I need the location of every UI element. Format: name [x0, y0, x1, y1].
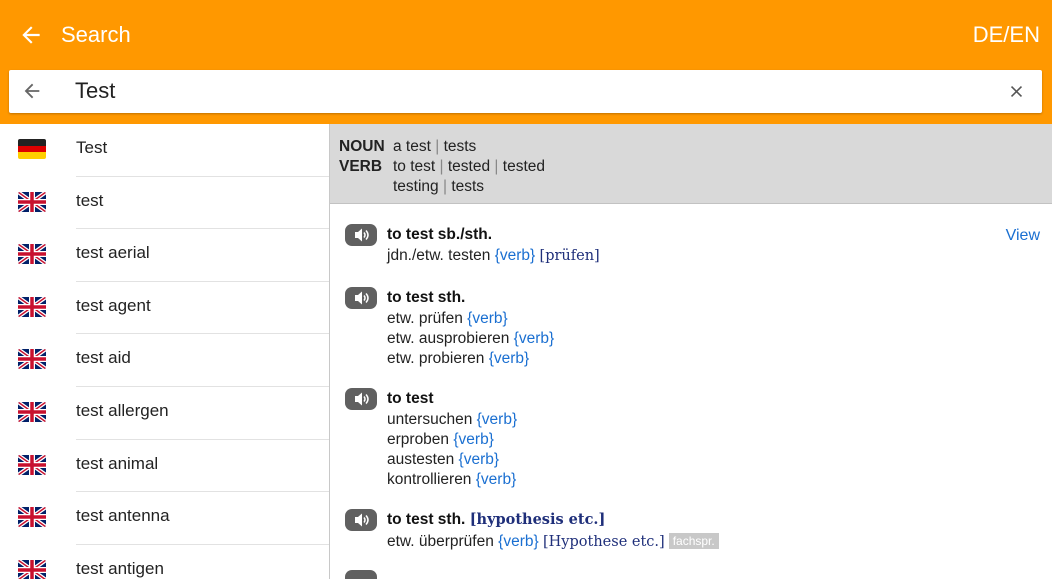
- arrow-left-icon[interactable]: [21, 80, 43, 102]
- translation: etw. überprüfen: [387, 533, 494, 550]
- pos-tag: {verb}: [467, 310, 508, 327]
- gloss: [prüfen]: [539, 248, 600, 264]
- translation: austesten: [387, 451, 455, 468]
- verb-form: tested: [447, 158, 491, 175]
- list-item-label: test agent: [76, 295, 151, 315]
- entry-headword: to test sth.: [387, 511, 466, 528]
- verb-form: tested: [502, 158, 545, 175]
- list-item[interactable]: test aid: [0, 334, 329, 387]
- uk-flag-icon: [18, 401, 46, 422]
- noun-tag: NOUN: [339, 138, 385, 155]
- gloss: [Hypothese etc.]: [543, 534, 665, 550]
- list-item[interactable]: Test: [0, 124, 329, 177]
- pos-tag: {verb}: [494, 247, 536, 264]
- entry-detail-panel: NOUN a test | tests VERB to test | tested …: [330, 124, 1052, 579]
- translation: etw. probieren: [387, 350, 485, 367]
- separator: |: [442, 178, 448, 195]
- list-item[interactable]: test allergen: [0, 387, 329, 440]
- list-item[interactable]: test antigen: [0, 545, 329, 579]
- uk-flag-icon: [18, 296, 46, 317]
- verb-form: testing: [393, 178, 439, 195]
- list-item-label: test allergen: [76, 400, 169, 420]
- speaker-icon[interactable]: [345, 570, 377, 579]
- app-bar: Search DE/EN: [0, 0, 1052, 124]
- speaker-icon[interactable]: [345, 287, 377, 309]
- noun-form: a test: [393, 138, 431, 155]
- language-pair-button[interactable]: DE/EN: [973, 21, 1040, 49]
- pos-tag: {verb}: [475, 471, 517, 488]
- speaker-icon[interactable]: [345, 509, 377, 531]
- translation: erproben: [387, 431, 450, 448]
- grammar-box: NOUN a test | tests VERB to test | tested …: [330, 124, 1052, 204]
- uk-flag-icon: [18, 507, 46, 528]
- search-input[interactable]: [75, 74, 975, 108]
- domain-badge: fachspr.: [668, 533, 719, 549]
- pos-tag: {verb}: [476, 411, 518, 428]
- uk-flag-icon: [18, 559, 46, 579]
- list-item-label: test aid: [76, 348, 131, 368]
- list-item-label: Test: [76, 138, 108, 157]
- list-item[interactable]: test animal: [0, 440, 329, 493]
- speaker-icon[interactable]: [345, 388, 377, 410]
- list-item-label: test: [76, 190, 104, 210]
- list-item-label: test animal: [76, 453, 159, 473]
- verb-form: to test: [393, 158, 436, 175]
- pos-tag: {verb}: [513, 330, 555, 347]
- translation: jdn./etw. testen: [387, 247, 491, 264]
- view-link[interactable]: View: [1006, 227, 1040, 245]
- arrow-left-icon[interactable]: [18, 22, 44, 48]
- verb-tag: VERB: [339, 158, 383, 175]
- list-item[interactable]: test aerial: [0, 229, 329, 282]
- uk-flag-icon: [18, 349, 46, 370]
- entry-headword: to test sth.: [387, 289, 466, 306]
- search-bar: [9, 70, 1042, 113]
- pos-tag: {verb}: [458, 451, 500, 468]
- uk-flag-icon: [18, 191, 46, 212]
- translation: untersuchen: [387, 411, 473, 428]
- list-item[interactable]: test antenna: [0, 492, 329, 545]
- entry-headword: to test: [387, 390, 434, 407]
- translation: etw. prüfen: [387, 310, 463, 327]
- list-item[interactable]: test agent: [0, 282, 329, 335]
- pos-tag: {verb}: [453, 431, 494, 448]
- translation: etw. ausprobieren: [387, 330, 510, 347]
- gloss: [hypothesis etc.]: [469, 511, 606, 528]
- pos-tag: {verb}: [498, 533, 539, 550]
- close-icon[interactable]: [1007, 82, 1026, 101]
- uk-flag-icon: [18, 454, 46, 475]
- verb-form: tests: [451, 178, 485, 195]
- noun-form: tests: [443, 138, 477, 155]
- german-flag-icon: [18, 139, 46, 159]
- pos-tag: {verb}: [488, 350, 530, 367]
- separator: |: [494, 158, 499, 175]
- list-item-label: test antigen: [76, 558, 164, 578]
- entry-headword: to test sb./sth.: [387, 226, 493, 243]
- speaker-icon[interactable]: [345, 224, 377, 246]
- list-item-label: test aerial: [76, 243, 150, 263]
- list-item-label: test antenna: [76, 506, 170, 526]
- separator: |: [439, 158, 444, 175]
- results-list: Test test test aerial test agent test ai…: [0, 124, 329, 579]
- inflection-table: NOUN a test | tests VERB to test | tested …: [339, 137, 545, 197]
- page-title: Search: [61, 22, 131, 47]
- uk-flag-icon: [18, 244, 46, 265]
- separator: |: [435, 138, 440, 155]
- list-item[interactable]: test: [0, 177, 329, 230]
- translation: kontrollieren: [387, 471, 472, 488]
